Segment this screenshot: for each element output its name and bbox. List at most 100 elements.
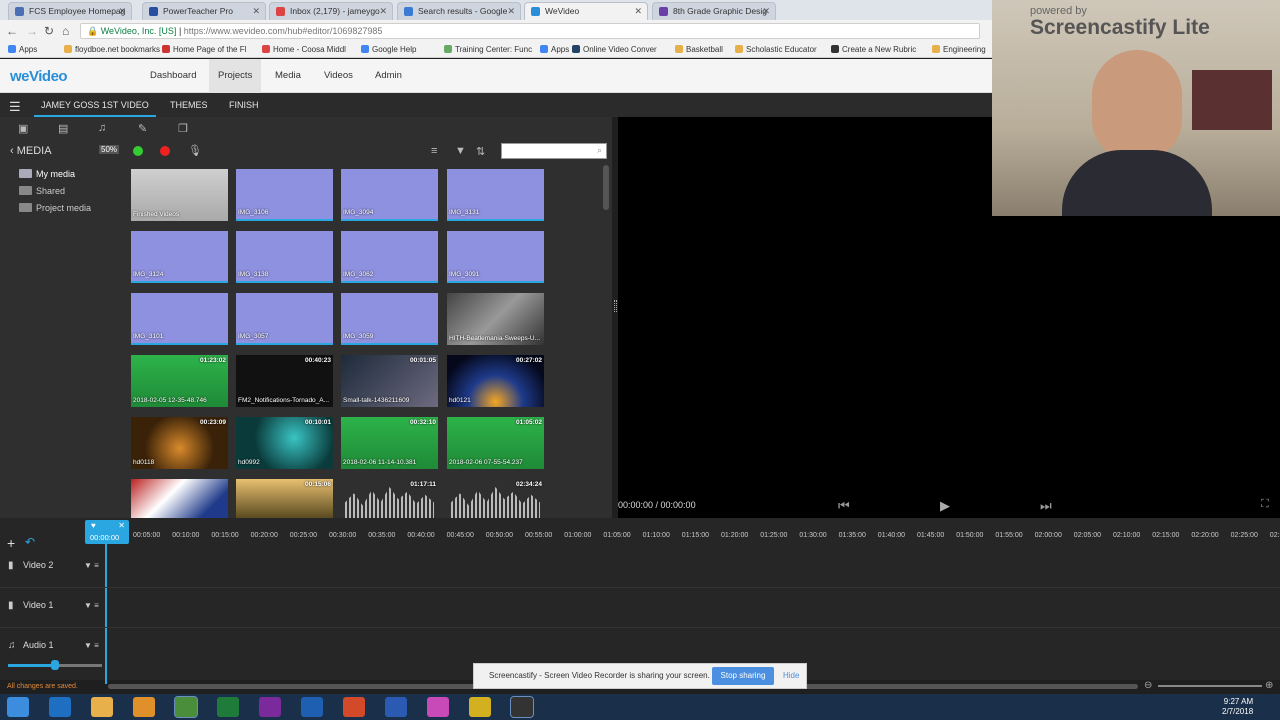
- bookmark-item[interactable]: Create a New Rubric: [831, 45, 916, 54]
- media-search-input[interactable]: ⌕: [501, 143, 607, 159]
- bookmark-item[interactable]: Apps: [540, 45, 569, 54]
- track-label[interactable]: Video 1: [23, 600, 53, 610]
- nav-videos[interactable]: Videos: [324, 70, 353, 81]
- timeline-zoom-slider[interactable]: [1158, 685, 1262, 687]
- marker-icon[interactable]: ♥: [91, 521, 96, 530]
- volume-knob[interactable]: [51, 660, 59, 670]
- track-label[interactable]: Audio 1: [23, 640, 54, 650]
- stop-sharing-button[interactable]: Stop sharing: [712, 667, 774, 685]
- nav-admin[interactable]: Admin: [375, 70, 402, 81]
- folder-my-media[interactable]: My media: [19, 169, 75, 179]
- media-thumbnail[interactable]: IMG_3131: [447, 169, 544, 221]
- bookmark-item[interactable]: Training Center: Func: [444, 45, 532, 54]
- timeline-ruler[interactable]: 00:05:00 00:10:00 00:15:00 00:20:00 00:25:00…: [130, 530, 1280, 546]
- word-icon[interactable]: [385, 697, 407, 717]
- media-thumbnail[interactable]: IMG_3059: [341, 293, 438, 345]
- microphone-icon[interactable]: 🎙: [188, 144, 202, 157]
- sort-icon[interactable]: ⇅: [476, 145, 485, 158]
- chevron-down-icon[interactable]: ▼ ≡: [84, 561, 99, 570]
- upload-icon[interactable]: [133, 146, 143, 156]
- skip-back-icon[interactable]: ⏮: [838, 498, 850, 514]
- browser-tab[interactable]: FCS Employee Homepag ✕: [8, 2, 132, 20]
- library-icon[interactable]: ▤: [58, 122, 68, 135]
- chevron-down-icon[interactable]: ▼ ≡: [84, 601, 99, 610]
- media-thumbnail[interactable]: 00:10:01 hd0992: [236, 417, 333, 469]
- media-thumbnail[interactable]: 00:15:06: [236, 479, 333, 518]
- bookmark-item[interactable]: Google Help: [361, 45, 416, 54]
- edge-icon[interactable]: [49, 697, 71, 717]
- skip-forward-icon[interactable]: ⏭: [1040, 498, 1052, 514]
- outlook-icon[interactable]: [301, 697, 323, 717]
- media-thumbnail[interactable]: [131, 479, 228, 518]
- track-video-2[interactable]: ▮ Video 2 ▼ ≡: [0, 548, 1280, 588]
- folder-shared[interactable]: Shared: [19, 186, 65, 196]
- reload-icon[interactable]: ↻: [44, 24, 54, 38]
- media-thumbnail[interactable]: 00:27:02 hd0121: [447, 355, 544, 407]
- close-tab-icon[interactable]: ✕: [118, 6, 126, 17]
- close-tab-icon[interactable]: ✕: [507, 6, 515, 17]
- file-explorer-icon[interactable]: [91, 697, 113, 717]
- close-icon[interactable]: ✕: [118, 521, 125, 530]
- panel-resize-handle[interactable]: [614, 300, 617, 312]
- powerpoint-icon[interactable]: [343, 697, 365, 717]
- nav-projects[interactable]: Projects: [209, 59, 262, 93]
- browser-tab[interactable]: Search results - Google ✕: [397, 2, 521, 20]
- onenote-icon[interactable]: [259, 697, 281, 717]
- zoom-in-icon[interactable]: ⊕: [1265, 680, 1273, 691]
- close-tab-icon[interactable]: ✕: [762, 6, 770, 17]
- nav-media[interactable]: Media: [275, 70, 301, 81]
- bookmark-item[interactable]: Scholastic Educator: [735, 45, 817, 54]
- media-thumbnail[interactable]: IMG_3091: [447, 231, 544, 283]
- media-thumbnail[interactable]: 01:17:11: [341, 479, 438, 518]
- address-bar[interactable]: 🔒 WeVideo, Inc. [US] | https://www.wevid…: [80, 23, 980, 39]
- zoom-out-icon[interactable]: ⊖: [1144, 680, 1152, 691]
- browser-tab[interactable]: 8th Grade Graphic Desig ✕: [652, 2, 776, 20]
- bookmark-item[interactable]: Home Page of the Fl: [162, 45, 246, 54]
- media-thumbnail[interactable]: IMG_3062: [341, 231, 438, 283]
- close-tab-icon[interactable]: ✕: [252, 6, 260, 17]
- fullscreen-icon[interactable]: ⛶: [1261, 498, 1269, 511]
- chevron-down-icon[interactable]: ▼ ≡: [84, 641, 99, 650]
- play-icon[interactable]: ▶: [940, 498, 950, 514]
- project-title[interactable]: JAMEY GOSS 1ST VIDEO: [34, 93, 156, 117]
- media-thumbnail[interactable]: 00:23:09 hd0118: [131, 417, 228, 469]
- chrome-icon[interactable]: [174, 696, 198, 718]
- start-icon[interactable]: [7, 697, 29, 717]
- media-thumbnail[interactable]: HITH-Beatlemania-Sweeps-U...: [447, 293, 544, 345]
- screen-recorder-icon[interactable]: [510, 696, 534, 718]
- record-icon[interactable]: [160, 146, 170, 156]
- transitions-icon[interactable]: ❐: [178, 122, 188, 135]
- forward-icon[interactable]: →: [26, 24, 38, 38]
- media-folder-icon[interactable]: ▣: [18, 122, 28, 135]
- media-thumbnail[interactable]: IMG_3106: [236, 169, 333, 221]
- track-audio-1[interactable]: ♫ Audio 1 ▼ ≡: [0, 628, 1280, 668]
- wevideo-logo[interactable]: weVideo: [10, 68, 68, 85]
- media-scrollbar[interactable]: [603, 165, 609, 210]
- tab-finish[interactable]: FINISH: [229, 100, 259, 110]
- bookmark-item[interactable]: Apps: [8, 45, 37, 54]
- bookmark-item[interactable]: Home - Coosa Middl: [262, 45, 346, 54]
- system-clock[interactable]: 9:27 AM 2/7/2018: [1222, 697, 1253, 717]
- back-icon[interactable]: ←: [6, 24, 18, 38]
- media-folder[interactable]: Finished Videos: [131, 169, 228, 221]
- list-view-icon[interactable]: ≡: [431, 145, 437, 157]
- media-thumbnail[interactable]: IMG_3057: [236, 293, 333, 345]
- track-video-1[interactable]: ▮ Video 1 ▼ ≡: [0, 588, 1280, 628]
- filter-icon[interactable]: ▼: [455, 145, 466, 157]
- media-thumbnail[interactable]: 01:23:02 2018-02-05 12-35-48.746: [131, 355, 228, 407]
- sticky-app-icon[interactable]: [469, 697, 491, 717]
- browser-tab[interactable]: PowerTeacher Pro ✕: [142, 2, 266, 20]
- tab-themes[interactable]: THEMES: [170, 100, 208, 110]
- bookmark-item[interactable]: Engineering: [932, 45, 986, 54]
- hide-button[interactable]: Hide: [783, 671, 799, 680]
- bookmark-item[interactable]: Online Video Conver: [572, 45, 657, 54]
- media-thumbnail[interactable]: IMG_3124: [131, 231, 228, 283]
- undo-icon[interactable]: ↶: [25, 535, 35, 549]
- folder-project-media[interactable]: Project media: [19, 203, 91, 213]
- media-player-icon[interactable]: [133, 697, 155, 717]
- excel-icon[interactable]: [217, 697, 239, 717]
- browser-tab[interactable]: WeVideo ✕: [524, 2, 648, 20]
- media-thumbnail[interactable]: 00:01:05 Small-talk-1436211609: [341, 355, 438, 407]
- media-thumbnail[interactable]: IMG_3094: [341, 169, 438, 221]
- itunes-icon[interactable]: [427, 697, 449, 717]
